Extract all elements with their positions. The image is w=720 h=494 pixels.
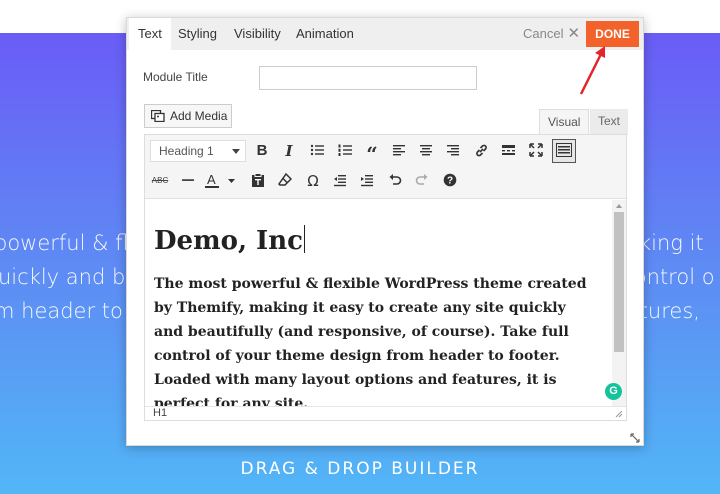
tab-visual-mode[interactable]: Visual bbox=[539, 109, 590, 135]
arrow-annotation-icon bbox=[579, 46, 605, 95]
text-color-icon[interactable]: A bbox=[203, 170, 239, 192]
media-icon bbox=[151, 110, 165, 122]
fullscreen-icon[interactable] bbox=[525, 140, 547, 162]
bullet-list-icon[interactable] bbox=[306, 140, 328, 162]
numbered-list-icon[interactable] bbox=[334, 140, 356, 162]
hero-footer-label: DRAG & DROP BUILDER bbox=[240, 459, 480, 479]
strikethrough-icon[interactable]: ABC bbox=[149, 170, 171, 192]
scroll-up-icon[interactable] bbox=[616, 204, 622, 208]
toolbar-toggle-icon[interactable] bbox=[552, 139, 576, 163]
cancel-label: Cancel bbox=[523, 26, 564, 41]
svg-text:?: ? bbox=[447, 176, 453, 187]
help-icon[interactable]: ? bbox=[439, 170, 461, 192]
format-select[interactable]: Heading 1 bbox=[150, 140, 246, 162]
content-paragraph: The most powerful & flexible WordPress t… bbox=[154, 276, 587, 406]
indent-icon[interactable] bbox=[356, 170, 378, 192]
align-center-icon[interactable] bbox=[415, 140, 437, 162]
undo-icon[interactable] bbox=[384, 170, 406, 192]
italic-icon[interactable]: I bbox=[278, 140, 300, 162]
tab-animation[interactable]: Animation bbox=[287, 18, 363, 50]
module-title-input[interactable] bbox=[259, 66, 477, 90]
content-heading: Demo, Inc bbox=[154, 224, 611, 258]
editor-statusbar: H1 bbox=[145, 406, 626, 420]
dialog-resize-icon[interactable] bbox=[630, 433, 640, 443]
chevron-down-icon bbox=[232, 149, 240, 154]
align-left-icon[interactable] bbox=[388, 140, 410, 162]
rich-text-editor: Heading 1 B I “ ABC A Ω ? Demo, Inc The … bbox=[144, 134, 627, 421]
editor-toolbar: Heading 1 B I “ ABC A Ω ? bbox=[145, 135, 626, 199]
grammarly-icon[interactable]: G bbox=[605, 383, 622, 400]
tab-text-mode[interactable]: Text bbox=[590, 109, 629, 135]
tab-text[interactable]: Text bbox=[129, 18, 171, 50]
editor-scrollbar[interactable] bbox=[612, 200, 626, 406]
horizontal-line-icon[interactable] bbox=[177, 170, 199, 192]
element-path[interactable]: H1 bbox=[153, 407, 167, 419]
paste-as-text-icon[interactable] bbox=[247, 170, 269, 192]
special-character-icon[interactable]: Ω bbox=[302, 170, 324, 192]
link-icon[interactable] bbox=[470, 140, 492, 162]
align-right-icon[interactable] bbox=[442, 140, 464, 162]
close-icon: ✕ bbox=[567, 25, 581, 42]
tab-visibility[interactable]: Visibility bbox=[225, 18, 290, 50]
clear-formatting-icon[interactable] bbox=[274, 170, 296, 192]
dialog-tabbar: Text Styling Visibility Animation Cancel… bbox=[127, 18, 643, 50]
module-title-label: Module Title bbox=[143, 70, 208, 84]
svg-text:A: A bbox=[207, 173, 216, 187]
cancel-button[interactable]: Cancel ✕ bbox=[523, 18, 580, 50]
text-cursor bbox=[303, 225, 305, 253]
add-media-button[interactable]: Add Media bbox=[144, 104, 232, 128]
module-editor-dialog: Text Styling Visibility Animation Cancel… bbox=[126, 17, 644, 446]
add-media-label: Add Media bbox=[170, 109, 228, 123]
scrollbar-thumb[interactable] bbox=[614, 212, 624, 352]
tab-styling[interactable]: Styling bbox=[169, 18, 226, 50]
format-select-value: Heading 1 bbox=[159, 144, 214, 158]
redo-icon[interactable] bbox=[411, 170, 433, 192]
read-more-icon[interactable] bbox=[497, 140, 519, 162]
content-heading-text: Demo, Inc bbox=[154, 226, 303, 256]
resize-grip-icon[interactable] bbox=[614, 409, 623, 418]
blockquote-icon[interactable]: “ bbox=[361, 140, 383, 166]
editor-content[interactable]: Demo, Inc The most powerful & flexible W… bbox=[145, 200, 611, 406]
outdent-icon[interactable] bbox=[329, 170, 351, 192]
bold-icon[interactable]: B bbox=[251, 140, 273, 162]
